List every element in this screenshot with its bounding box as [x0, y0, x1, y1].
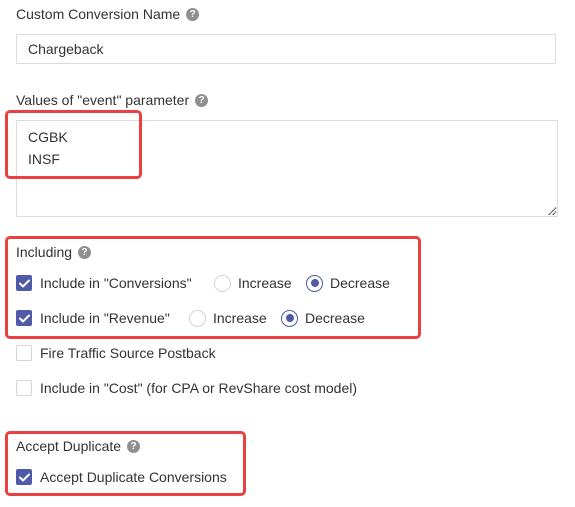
help-icon[interactable]: ? — [186, 7, 200, 21]
including-label-text: Including — [16, 244, 73, 260]
include-conversions-checkbox[interactable] — [16, 275, 32, 291]
conversions-decrease-label: Decrease — [330, 275, 390, 291]
checkmark-icon — [18, 473, 30, 481]
conversions-increase-option[interactable]: Increase — [214, 274, 292, 292]
include-cost-label: Include in "Cost" (for CPA or RevShare c… — [40, 380, 358, 396]
checkmark-icon — [18, 314, 30, 322]
revenue-decrease-option[interactable]: Decrease — [281, 309, 365, 327]
accept-duplicate-label: Accept Duplicate ? — [16, 438, 141, 454]
include-conversions-row: Include in "Conversions" Increase Decrea… — [16, 274, 416, 292]
include-cost-checkbox[interactable] — [16, 380, 32, 396]
including-label: Including ? — [16, 244, 92, 260]
conversions-increase-label: Increase — [238, 275, 292, 291]
custom-conversion-name-input[interactable] — [16, 34, 556, 64]
help-icon[interactable]: ? — [127, 439, 141, 453]
include-revenue-row: Include in "Revenue" Increase Decrease — [16, 309, 416, 327]
include-revenue-label: Include in "Revenue" — [40, 310, 170, 326]
custom-conversion-name-label-text: Custom Conversion Name — [16, 6, 181, 22]
accept-duplicate-label-text: Accept Duplicate — [16, 438, 122, 454]
help-icon[interactable]: ? — [195, 93, 209, 107]
fire-postback-label: Fire Traffic Source Postback — [40, 345, 216, 361]
accept-duplicate-row: Accept Duplicate Conversions — [16, 468, 227, 486]
include-conversions-label: Include in "Conversions" — [40, 275, 192, 291]
revenue-increase-label: Increase — [213, 310, 267, 326]
event-values-label: Values of "event" parameter ? — [16, 92, 209, 108]
include-cost-row: Include in "Cost" (for CPA or RevShare c… — [16, 379, 357, 397]
revenue-increase-radio[interactable] — [189, 309, 206, 327]
fire-postback-row: Fire Traffic Source Postback — [16, 344, 216, 362]
checkmark-icon — [18, 279, 30, 287]
include-revenue-checkbox[interactable] — [16, 310, 32, 326]
revenue-increase-option[interactable]: Increase — [189, 309, 267, 327]
revenue-decrease-label: Decrease — [305, 310, 365, 326]
conversions-decrease-radio[interactable] — [306, 274, 323, 292]
accept-duplicate-option-label: Accept Duplicate Conversions — [40, 469, 227, 485]
revenue-decrease-radio[interactable] — [281, 309, 298, 327]
custom-conversion-name-label: Custom Conversion Name ? — [16, 6, 200, 22]
accept-duplicate-checkbox[interactable] — [16, 469, 32, 485]
event-values-label-text: Values of "event" parameter — [16, 92, 190, 108]
event-values-textarea[interactable] — [16, 120, 558, 217]
conversions-decrease-option[interactable]: Decrease — [306, 274, 390, 292]
help-icon[interactable]: ? — [78, 245, 92, 259]
conversions-increase-radio[interactable] — [214, 274, 231, 292]
fire-postback-checkbox[interactable] — [16, 345, 32, 361]
